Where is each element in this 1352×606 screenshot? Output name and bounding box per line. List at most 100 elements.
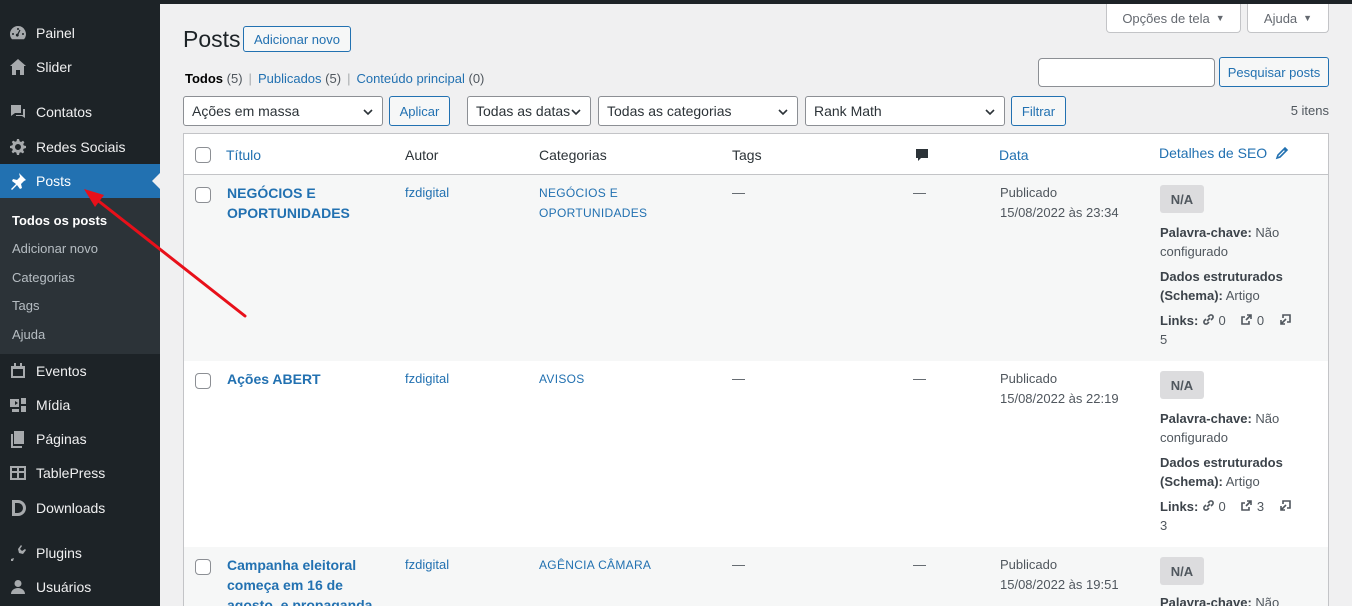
help-label: Ajuda — [1263, 10, 1298, 26]
submenu-item-tags[interactable]: Tags — [0, 292, 160, 321]
sidebar-item-label: Usuários — [36, 579, 92, 595]
posts-table: Título Autor Categorias Tags Data Detalh… — [183, 133, 1329, 606]
table-row: NEGÓCIOS E OPORTUNIDADES fzdigital NEGÓC… — [184, 175, 1328, 361]
comments-value: — — [913, 557, 926, 572]
sidebar-item-slider[interactable]: Slider — [0, 50, 160, 84]
external-link-icon — [1240, 498, 1253, 511]
submenu-item-adicionar-novo[interactable]: Adicionar novo — [0, 235, 160, 264]
bulk-actions-select[interactable]: Ações em massa — [183, 96, 383, 126]
comments-value: — — [913, 185, 926, 200]
author-link[interactable]: fzdigital — [405, 183, 449, 203]
posts-submenu: Todos os posts Adicionar novo Categorias… — [0, 198, 160, 354]
sidebar-item-midia[interactable]: Mídia — [0, 388, 160, 422]
post-title-link[interactable]: Campanha eleitoral começa em 16 de agost… — [227, 555, 387, 606]
submenu-item-categorias[interactable]: Categorias — [0, 263, 160, 292]
sidebar-item-label: Slider — [36, 59, 72, 75]
post-title-line: Ações ABERT — [227, 371, 321, 387]
filter-all-count: (5) — [226, 71, 243, 86]
seo-links: Links: 0 3 3 — [1160, 497, 1320, 535]
submenu-item-ajuda[interactable]: Ajuda — [0, 320, 160, 349]
sidebar-item-painel[interactable]: Painel — [0, 16, 160, 50]
sidebar-item-label: Redes Sociais — [36, 139, 126, 155]
filter-all-link[interactable]: Todos — [185, 71, 223, 86]
author-link[interactable]: fzdigital — [405, 555, 449, 575]
filter-main-content-link[interactable]: Conteúdo principal — [356, 71, 464, 86]
post-title-link[interactable]: Ações ABERT — [227, 369, 377, 389]
screen-options-button[interactable]: Opções de tela ▼ — [1106, 4, 1241, 33]
seo-keyword: Palavra-chave: Não configurado — [1160, 223, 1320, 261]
incoming-links-count: 5 — [1160, 332, 1168, 347]
search-posts-input[interactable] — [1038, 58, 1215, 87]
seo-schema-value: Artigo — [1225, 288, 1260, 303]
internal-link-icon — [1202, 312, 1215, 325]
submenu-item-todos-os-posts[interactable]: Todos os posts — [0, 206, 160, 235]
post-status-filter: Todos (5) | Publicados (5) | Conteúdo pr… — [185, 71, 484, 86]
column-title[interactable]: Título — [226, 147, 261, 163]
page-title: Posts — [183, 26, 241, 52]
help-button[interactable]: Ajuda ▼ — [1247, 4, 1329, 33]
sidebar-item-eventos[interactable]: Eventos — [0, 354, 160, 388]
pin-icon — [0, 171, 36, 191]
author-link[interactable]: fzdigital — [405, 369, 449, 389]
sidebar-item-tablepress[interactable]: TablePress — [0, 456, 160, 490]
sidebar-item-label: Plugins — [36, 545, 82, 561]
sidebar-item-label: Páginas — [36, 431, 87, 447]
category-line: AGÊNCIA CÂMARA — [539, 558, 652, 572]
category-link[interactable]: NEGÓCIOS E OPORTUNIDADES — [539, 183, 679, 223]
sidebar-item-redes-sociais[interactable]: Redes Sociais — [0, 130, 160, 164]
post-date: Publicado 15/08/2022 às 19:51 — [1000, 555, 1150, 595]
row-checkbox[interactable] — [195, 559, 211, 575]
column-seo-label: Detalhes de SEO — [1159, 145, 1268, 161]
sidebar-item-contatos[interactable]: Contatos — [0, 95, 160, 129]
chevron-down-icon — [984, 105, 996, 117]
post-datetime: 15/08/2022 às 22:19 — [1000, 391, 1119, 406]
incoming-links-count: 3 — [1160, 518, 1168, 533]
select-all-checkbox[interactable] — [195, 147, 211, 163]
caret-down-icon: ▼ — [1215, 13, 1225, 23]
comments-value: — — [913, 371, 926, 386]
seo-keyword-label: Palavra-chave: — [1160, 411, 1252, 426]
dashboard-icon — [0, 23, 36, 43]
category-link[interactable]: AVISOS — [539, 369, 679, 389]
dates-filter-select[interactable]: Todas as datas — [467, 96, 591, 126]
admin-sidebar: Painel Slider Contatos Redes Sociais Pos… — [0, 0, 160, 606]
filter-published-link[interactable]: Publicados — [258, 71, 322, 86]
seo-schema-label: Dados estruturados — [1160, 455, 1283, 470]
sidebar-item-plugins[interactable]: Plugins — [0, 536, 160, 570]
home-icon — [0, 57, 36, 77]
sidebar-item-label: Painel — [36, 25, 75, 41]
post-title-line: Campanha eleitoral — [227, 557, 357, 573]
table-row: Ações ABERT fzdigital AVISOS — — Publica… — [184, 361, 1328, 547]
row-checkbox[interactable] — [195, 373, 211, 389]
category-link[interactable]: AGÊNCIA CÂMARA — [539, 555, 679, 575]
post-title-link[interactable]: NEGÓCIOS E OPORTUNIDADES — [227, 183, 377, 223]
apply-button[interactable]: Aplicar — [389, 96, 450, 126]
seo-keyword-label: Palavra-chave: — [1160, 225, 1252, 240]
downloads-icon — [0, 498, 36, 518]
column-seo-details[interactable]: Detalhes de SEO — [1159, 145, 1289, 163]
sidebar-item-paginas[interactable]: Páginas — [0, 422, 160, 456]
seo-links-label: Links: — [1160, 313, 1199, 328]
sidebar-item-label: Eventos — [36, 363, 87, 379]
post-datetime: 15/08/2022 às 19:51 — [1000, 577, 1119, 592]
column-date[interactable]: Data — [999, 147, 1029, 163]
seo-keyword: Palavra-chave: Não — [1160, 593, 1320, 606]
caret-down-icon: ▼ — [1303, 13, 1313, 23]
pencil-icon — [1275, 146, 1289, 163]
add-new-post-button[interactable]: Adicionar novo — [243, 26, 351, 52]
sidebar-item-usuarios[interactable]: Usuários — [0, 570, 160, 604]
sidebar-item-downloads[interactable]: Downloads — [0, 491, 160, 525]
rankmath-filter-select[interactable]: Rank Math — [805, 96, 1005, 126]
filter-published-count: (5) — [325, 71, 342, 86]
seo-keyword-label: Palavra-chave: — [1160, 595, 1252, 606]
search-posts-button[interactable]: Pesquisar posts — [1219, 57, 1329, 87]
seo-schema-label: (Schema): — [1160, 288, 1223, 303]
seo-keyword-value: Não — [1255, 595, 1280, 606]
tags-value: — — [732, 371, 745, 386]
comment-bubble-icon[interactable] — [915, 148, 929, 165]
categories-filter-select[interactable]: Todas as categorias — [598, 96, 798, 126]
incoming-link-icon — [1279, 498, 1292, 511]
sidebar-item-posts[interactable]: Posts — [0, 164, 160, 198]
row-checkbox[interactable] — [195, 187, 211, 203]
filter-button[interactable]: Filtrar — [1011, 96, 1066, 126]
